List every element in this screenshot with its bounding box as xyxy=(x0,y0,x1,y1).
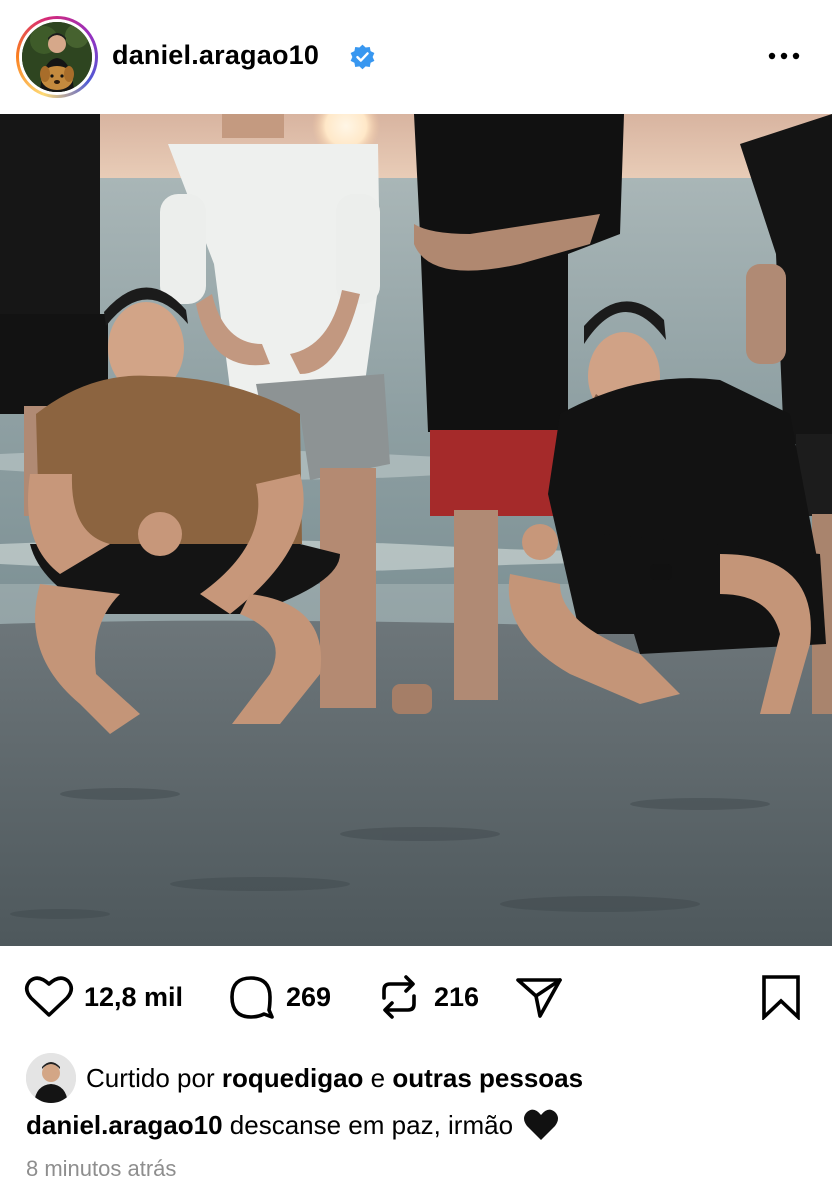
post-username[interactable]: daniel.aragao10 xyxy=(112,40,319,71)
liked-by-prefix: Curtido por xyxy=(86,1062,215,1093)
caption-text: descanse em paz, irmão xyxy=(229,1109,514,1140)
more-horizontal-icon[interactable] xyxy=(766,46,802,66)
share-icon xyxy=(516,978,562,1018)
share-button[interactable] xyxy=(514,974,564,1020)
repost-icon xyxy=(382,975,416,1019)
post-timestamp: 8 minutos atrás xyxy=(26,1156,177,1181)
comment-count: 269 xyxy=(286,981,332,1012)
post-actions: 12,8 mil 269 216 xyxy=(0,946,832,1050)
comment-button[interactable]: 269 xyxy=(226,974,331,1020)
profile-avatar[interactable] xyxy=(16,16,98,98)
avatar-image xyxy=(22,22,92,92)
instagram-post: daniel.aragao10 12,8 mil 269 216 Curtido… xyxy=(0,0,832,1200)
post-header: daniel.aragao10 xyxy=(0,0,832,114)
like-count: 12,8 mil xyxy=(84,981,184,1012)
heart-icon xyxy=(24,976,74,1017)
post-caption: daniel.aragao10 descanse em paz, irmão xyxy=(26,1104,559,1146)
liked-by: Curtido por roquedigao e outras pessoas xyxy=(26,1052,583,1104)
repost-count: 216 xyxy=(434,981,480,1012)
liked-by-user[interactable]: roquedigao xyxy=(222,1063,364,1094)
liker-avatar[interactable] xyxy=(26,1053,76,1103)
post-photo[interactable] xyxy=(0,114,832,946)
like-button[interactable]: 12,8 mil xyxy=(24,974,183,1020)
save-button[interactable] xyxy=(756,974,806,1020)
verified-badge-icon xyxy=(350,44,375,70)
bookmark-icon xyxy=(762,975,800,1020)
comment-icon xyxy=(230,976,274,1019)
caption-username[interactable]: daniel.aragao10 xyxy=(26,1110,223,1141)
liked-by-joiner: e xyxy=(370,1062,386,1093)
repost-button[interactable]: 216 xyxy=(374,974,479,1020)
liked-by-others[interactable]: outras pessoas xyxy=(392,1063,583,1094)
black-heart-icon xyxy=(524,1109,559,1140)
